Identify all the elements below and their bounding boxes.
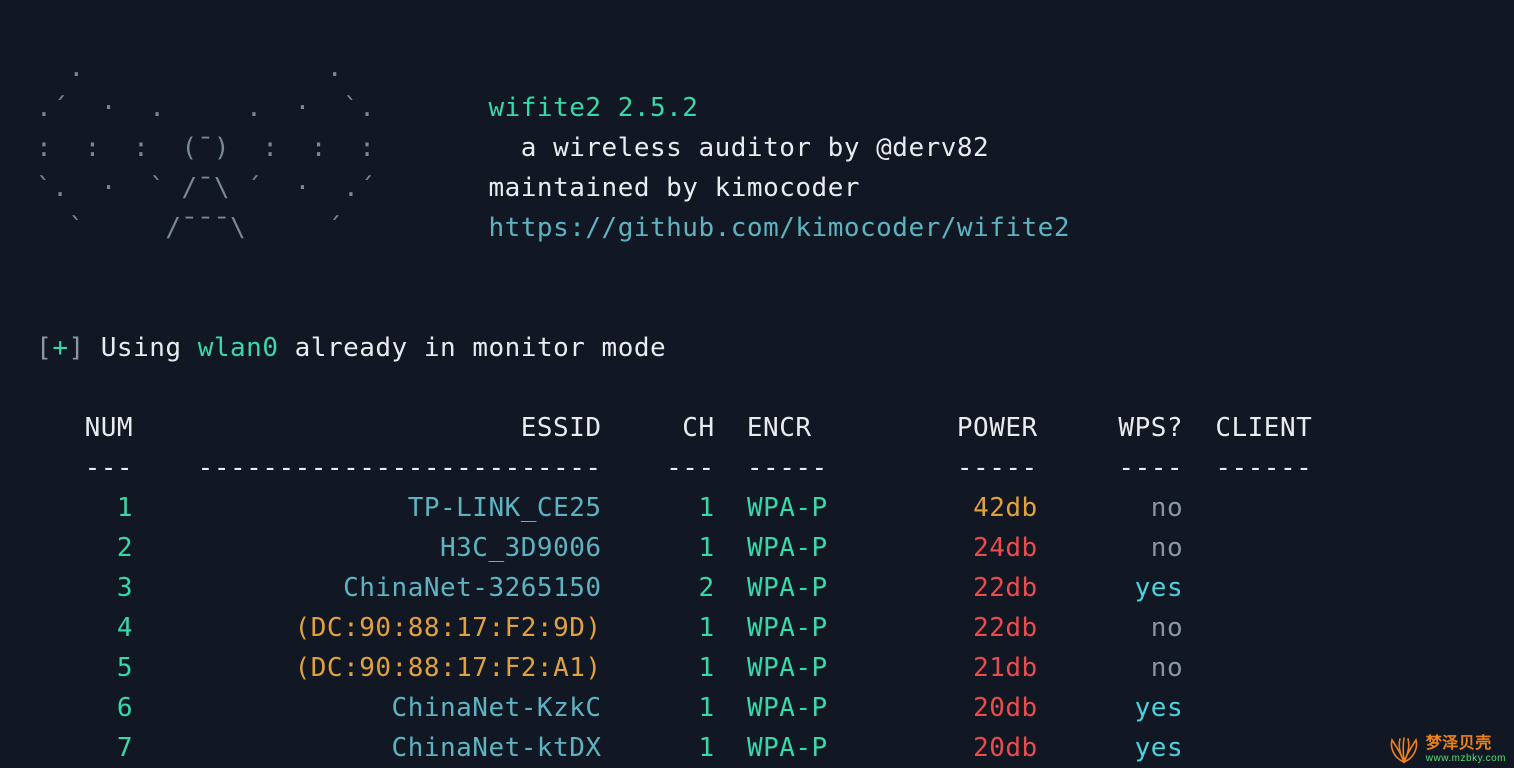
watermark-url: www.mzbky.com	[1426, 754, 1506, 764]
watermark: 梦泽贝壳 www.mzbky.com	[1388, 736, 1506, 764]
ascii-line-2: : : : (¯) : : : a wireless auditor by @d…	[20, 128, 1484, 168]
table-row[interactable]: 5 (DC:90:88:17:F2:A1) 1 WPA-P 21db no	[20, 648, 1484, 688]
table-row[interactable]: 7 ChinaNet-ktDX 1 WPA-P 20db yes	[20, 728, 1484, 768]
app-maintainer: maintained by kimocoder	[488, 173, 860, 203]
watermark-text: 梦泽贝壳	[1426, 736, 1506, 752]
terminal-output: . . .´ · . . · `. wifite2 2.5.2 : : : (¯…	[0, 0, 1514, 768]
ascii-line-3: `. · ` /¯\ ´ · .´ maintained by kimocode…	[20, 168, 1484, 208]
ascii-line-4: ` /¯¯¯\ ´ https://github.com/kimocoder/w…	[20, 208, 1484, 248]
table-row[interactable]: 3 ChinaNet-3265150 2 WPA-P 22db yes	[20, 568, 1484, 608]
table-row[interactable]: 2 H3C_3D9006 1 WPA-P 24db no	[20, 528, 1484, 568]
ascii-line-1: .´ · . . · `. wifite2 2.5.2	[20, 88, 1484, 128]
table-row[interactable]: 4 (DC:90:88:17:F2:9D) 1 WPA-P 22db no	[20, 608, 1484, 648]
ascii-line-0: . .	[20, 48, 1484, 88]
table-body: 1 TP-LINK_CE25 1 WPA-P 42db no 2 H3C_3D9…	[20, 488, 1484, 768]
status-line: [+] Using wlan0 already in monitor mode	[20, 328, 1484, 368]
table-row[interactable]: 1 TP-LINK_CE25 1 WPA-P 42db no	[20, 488, 1484, 528]
shell-icon	[1388, 736, 1420, 764]
app-url[interactable]: https://github.com/kimocoder/wifite2	[488, 213, 1070, 243]
app-title: wifite2 2.5.2	[488, 93, 698, 123]
table-divider-row: --- ------------------------- --- ----- …	[20, 448, 1484, 488]
interface-name: wlan0	[198, 333, 279, 363]
table-row[interactable]: 6 ChinaNet-KzkC 1 WPA-P 20db yes	[20, 688, 1484, 728]
app-byline: a wireless auditor by @derv82	[521, 133, 989, 163]
table-header-row: NUM ESSID CH ENCR POWER WPS? CLIENT	[20, 408, 1484, 448]
